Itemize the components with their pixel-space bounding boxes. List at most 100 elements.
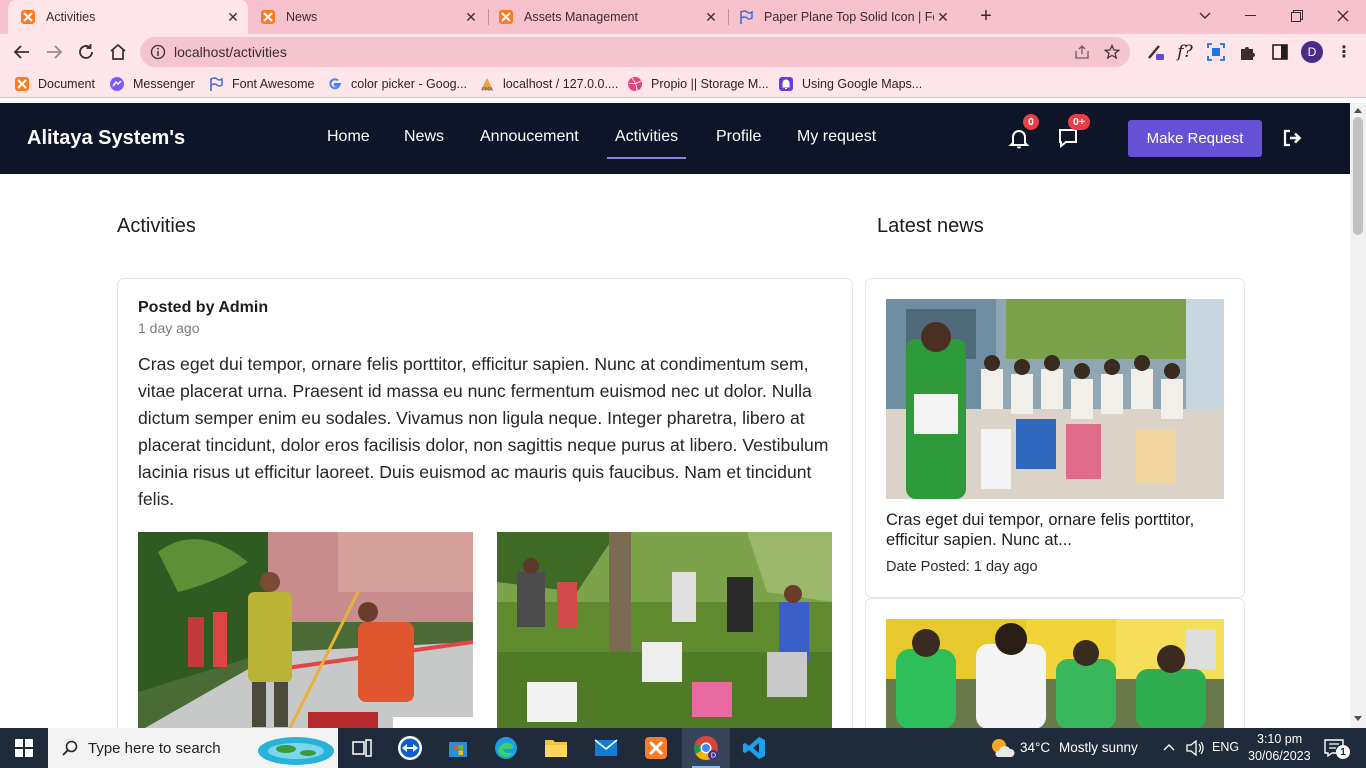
logout-icon[interactable] — [1282, 128, 1302, 148]
taskbar-app-mail[interactable] — [582, 728, 630, 768]
font-finder-icon[interactable]: f? — [1173, 40, 1197, 64]
windows-icon — [15, 739, 33, 757]
tab-assets-management[interactable]: Assets Management ✕ — [490, 0, 728, 34]
scroll-up-icon[interactable] — [1354, 108, 1362, 113]
taskbar-app-chrome[interactable]: D — [682, 728, 730, 768]
nav-home[interactable]: Home — [327, 128, 370, 146]
home-button[interactable] — [104, 38, 132, 66]
extension-pen-icon[interactable] — [1143, 40, 1167, 64]
close-tab-icon[interactable]: ✕ — [934, 9, 952, 26]
weather-temperature[interactable]: 34°C — [1020, 740, 1050, 755]
tab-activities[interactable]: Activities ✕ — [8, 0, 248, 34]
bookmark-font-awesome[interactable]: Font Awesome — [208, 75, 314, 93]
news-photo[interactable] — [886, 299, 1224, 499]
news-card[interactable] — [865, 598, 1245, 728]
start-button[interactable] — [0, 728, 48, 768]
share-icon[interactable] — [1074, 44, 1090, 60]
xampp-icon — [645, 737, 667, 759]
taskbar-app-vscode[interactable] — [730, 728, 778, 768]
info-icon[interactable] — [150, 44, 166, 60]
task-view-icon — [352, 739, 372, 757]
page-viewport: Alitaya System's Home News Annoucement A… — [0, 103, 1350, 728]
reload-button[interactable] — [72, 38, 100, 66]
bookmark-phpmyadmin[interactable]: PMA localhost / 127.0.0.... — [479, 75, 618, 93]
taskbar-app-xampp[interactable] — [632, 728, 680, 768]
activity-photo[interactable] — [138, 532, 473, 728]
taskbar-search-box[interactable]: Type here to search — [48, 728, 338, 768]
post-author: Posted by Admin — [138, 299, 269, 316]
nav-news[interactable]: News — [404, 128, 444, 146]
svg-text:PMA: PMA — [482, 87, 493, 92]
bookmark-color-picker[interactable]: color picker - Goog... — [327, 75, 467, 93]
screenshot-icon[interactable] — [1204, 40, 1228, 64]
close-tab-icon[interactable]: ✕ — [462, 9, 480, 26]
taskbar-app-file-explorer[interactable] — [532, 728, 580, 768]
close-tab-icon[interactable]: ✕ — [224, 9, 242, 26]
tab-title: News — [286, 10, 318, 24]
news-title[interactable]: Cras eget dui tempor, ornare felis portt… — [886, 510, 1206, 550]
news-photo[interactable] — [886, 619, 1224, 728]
bookmark-messenger[interactable]: Messenger — [109, 75, 195, 93]
profile-avatar[interactable]: D — [1300, 40, 1324, 64]
nav-profile[interactable]: Profile — [716, 128, 761, 146]
news-card[interactable]: Cras eget dui tempor, ornare felis portt… — [865, 278, 1245, 598]
scroll-down-icon[interactable] — [1354, 716, 1362, 721]
menu-kebab-icon[interactable]: ⋮ — [1332, 40, 1356, 64]
taskbar-app-teamviewer[interactable] — [386, 728, 434, 768]
browser-toolbar: localhost/activities f? D ⋮ — [0, 34, 1366, 70]
taskbar-app-edge[interactable] — [482, 728, 530, 768]
back-button[interactable] — [8, 38, 36, 66]
restore-button[interactable] — [1274, 0, 1320, 32]
nav-activities[interactable]: Activities — [606, 128, 687, 159]
close-window-button[interactable] — [1320, 0, 1366, 32]
tab-search-icon[interactable] — [1182, 0, 1228, 32]
page-scrollbar[interactable] — [1350, 103, 1366, 728]
clock-date[interactable]: 30/06/2023 — [1248, 749, 1311, 763]
bookmark-label: Using Google Maps... — [802, 77, 923, 91]
speaker-icon[interactable] — [1186, 740, 1204, 756]
bookmark-propio[interactable]: Propio || Storage M... — [627, 75, 769, 93]
brand-logo[interactable]: Alitaya System's — [27, 127, 185, 150]
notification-badge: 0 — [1023, 114, 1039, 130]
message-icon[interactable] — [1057, 127, 1079, 149]
forward-button[interactable] — [40, 38, 68, 66]
xampp-icon — [15, 77, 29, 91]
weather-description[interactable]: Mostly sunny — [1059, 740, 1138, 755]
bookmark-label: Propio || Storage M... — [651, 77, 769, 91]
tab-title: Paper Plane Top Solid Icon | Font — [764, 10, 934, 24]
profile-initial: D — [1301, 41, 1323, 63]
side-panel-icon[interactable] — [1268, 40, 1292, 64]
arrow-left-icon — [13, 45, 29, 59]
mail-icon — [594, 739, 618, 756]
scrollbar-thumb[interactable] — [1353, 117, 1363, 235]
taskbar-app-store[interactable] — [434, 728, 482, 768]
extensions-puzzle-icon[interactable] — [1236, 40, 1260, 64]
bookmark-google-maps[interactable]: Using Google Maps... — [778, 75, 922, 93]
bookmark-label: localhost / 127.0.0.... — [503, 77, 619, 91]
messenger-icon — [110, 77, 124, 91]
bookmark-document[interactable]: Document — [14, 75, 95, 93]
tab-news[interactable]: News ✕ — [250, 0, 488, 34]
nav-announcement[interactable]: Annoucement — [480, 128, 579, 146]
url-text: localhost/activities — [174, 44, 287, 60]
message-badge: 0+ — [1068, 114, 1090, 130]
star-icon[interactable] — [1104, 44, 1120, 60]
activity-post-card: Posted by Admin 1 day ago Cras eget dui … — [117, 278, 853, 728]
weather-icon[interactable] — [989, 737, 1015, 759]
make-request-button[interactable]: Make Request — [1128, 120, 1262, 157]
activity-photo[interactable] — [497, 532, 832, 728]
chevron-up-icon[interactable] — [1163, 743, 1175, 751]
search-highlight-image — [258, 737, 334, 765]
address-bar[interactable]: localhost/activities — [140, 37, 1130, 67]
tab-paper-plane-icon[interactable]: Paper Plane Top Solid Icon | Font ✕ — [730, 0, 960, 34]
clock-time[interactable]: 3:10 pm — [1257, 732, 1302, 746]
nav-my-request[interactable]: My request — [797, 128, 876, 146]
task-view-button[interactable] — [338, 728, 386, 768]
language-indicator[interactable]: ENG — [1212, 740, 1239, 754]
new-tab-button[interactable]: + — [964, 0, 1008, 32]
close-tab-icon[interactable]: ✕ — [702, 9, 720, 26]
google-icon — [329, 78, 341, 90]
windows-taskbar: Type here to search D 34°C Mostly sunny … — [0, 728, 1366, 768]
bell-icon[interactable] — [1008, 127, 1030, 149]
minimize-button[interactable] — [1228, 0, 1274, 32]
